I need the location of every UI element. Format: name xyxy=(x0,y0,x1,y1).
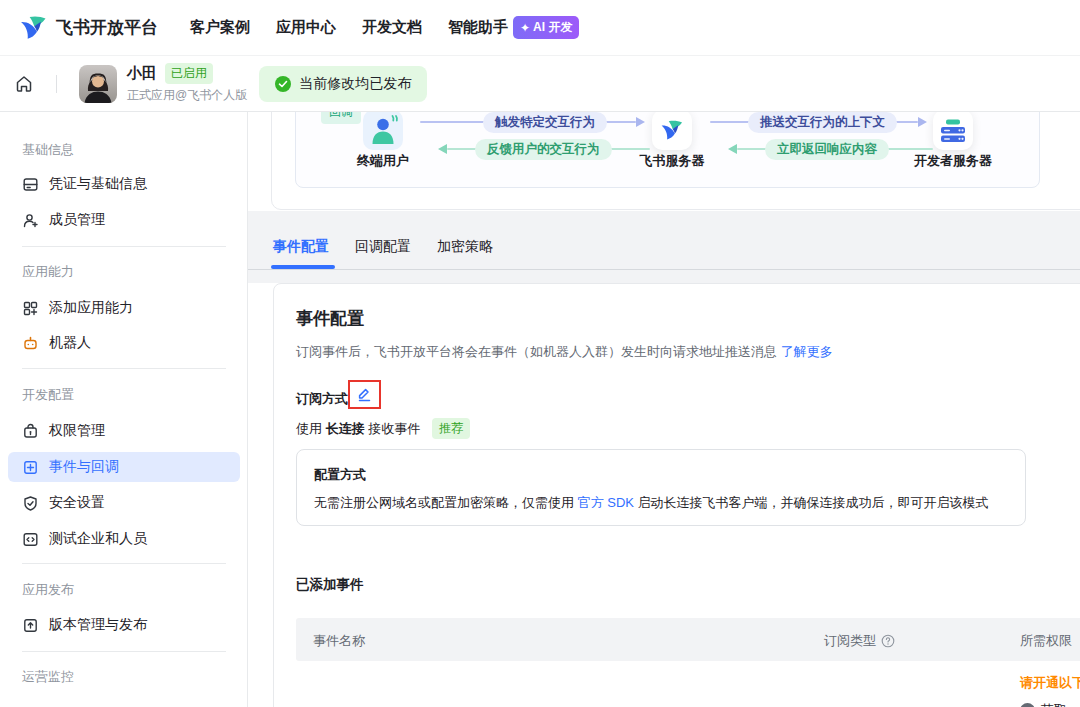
tabs-divider xyxy=(248,269,1080,270)
edit-pencil-icon[interactable] xyxy=(357,387,372,402)
arrow-head-left-icon xyxy=(728,144,737,154)
member-add-icon xyxy=(22,212,39,229)
feishu-server-label: 飞书服务器 xyxy=(607,152,737,170)
sidebar-item-test-company[interactable]: 测试企业和人员 xyxy=(0,525,248,553)
brand-name: 飞书开放平台 xyxy=(56,16,158,39)
enabled-badge: 已启用 xyxy=(165,63,213,84)
config-method-box: 配置方式 无需注册公网域名或配置加密策略，仅需使用 官方 SDK 启动长连接飞书… xyxy=(296,449,1026,526)
sidebar-item-members[interactable]: 成员管理 xyxy=(0,206,248,234)
event-config-title: 事件配置 xyxy=(296,307,364,330)
divider xyxy=(22,651,226,652)
code-icon xyxy=(22,531,39,548)
robot-icon xyxy=(22,335,39,352)
home-icon[interactable] xyxy=(14,74,34,94)
subscribe-method-label: 订阅方式 xyxy=(296,390,348,408)
tab-callback-config[interactable]: 回调配置 xyxy=(355,238,411,256)
arrow-head-right-icon xyxy=(918,117,927,127)
section-header-app-release: 应用发布 xyxy=(22,583,74,597)
flow-label-response: 立即返回响应内容 xyxy=(765,139,889,160)
added-events-title: 已添加事件 xyxy=(296,576,364,594)
sidebar-item-bot[interactable]: 机器人 xyxy=(0,329,248,357)
flow-label-trigger: 触发特定交互行为 xyxy=(483,112,607,133)
developer-server-icon xyxy=(933,112,973,150)
question-circle-icon[interactable] xyxy=(881,634,895,648)
upload-box-icon xyxy=(22,617,39,634)
app-header: 小田 已启用 正式应用@飞书个人版 当前修改均已发布 xyxy=(0,56,1080,112)
arrow-head-left-icon xyxy=(438,144,447,154)
shield-check-icon xyxy=(22,495,39,512)
tab-encryption-policy[interactable]: 加密策略 xyxy=(437,238,493,256)
check-circle-icon xyxy=(275,76,291,92)
sidebar-item-events-callbacks[interactable]: 事件与回调 xyxy=(8,452,240,482)
recommend-badge: 推荐 xyxy=(432,418,470,439)
events-table-header: 事件名称 订阅类型 所需权限 xyxy=(296,618,1080,661)
event-config-description: 订阅事件后，飞书开放平台将会在事件（如机器人入群）发生时向请求地址推送消息 了解… xyxy=(296,343,833,361)
app-info: 小田 已启用 正式应用@飞书个人版 xyxy=(127,63,247,104)
nav-item-cases[interactable]: 客户案例 xyxy=(190,18,250,37)
nav-item-app-center[interactable]: 应用中心 xyxy=(276,18,336,37)
event-callback-icon xyxy=(22,459,39,476)
sparkle-icon: ✦ xyxy=(520,21,530,35)
section-header-dev-config: 开发配置 xyxy=(22,388,74,402)
app-name: 小田 xyxy=(127,64,157,83)
official-sdk-link[interactable]: 官方 SDK xyxy=(578,495,634,510)
callback-badge: 回调 xyxy=(321,112,361,124)
learn-more-link[interactable]: 了解更多 xyxy=(781,344,833,359)
section-header-basic-info: 基础信息 xyxy=(22,143,74,157)
clipped-permission-row: 获取 xyxy=(1020,701,1067,707)
sidebar-item-permissions[interactable]: 权限管理 xyxy=(0,417,248,445)
ai-dev-badge: ✦AI 开发 xyxy=(513,16,579,39)
credential-card-icon xyxy=(22,176,39,193)
brand[interactable]: 飞书开放平台 xyxy=(18,12,158,43)
edit-highlight-box xyxy=(348,380,381,409)
grid-plus-icon xyxy=(22,300,39,317)
main-content: 回调 终端用户 飞书服务器 开发者服务器 触发特定交互行为 反馈用户 xyxy=(248,112,1080,707)
config-method-title: 配置方式 xyxy=(314,466,366,484)
divider xyxy=(22,563,226,564)
subscribe-method-value: 使用 长连接 接收事件 推荐 xyxy=(296,418,470,439)
flow-label-feedback: 反馈用户的交互行为 xyxy=(475,139,612,160)
sidebar-item-security[interactable]: 安全设置 xyxy=(0,489,248,517)
flow-label-push: 推送交互行为的上下文 xyxy=(748,112,897,133)
avatar[interactable] xyxy=(79,65,117,103)
sidebar-item-version-release[interactable]: 版本管理与发布 xyxy=(0,611,248,639)
tab-event-config[interactable]: 事件配置 xyxy=(273,238,329,256)
config-method-text: 无需注册公网域名或配置加密策略，仅需使用 官方 SDK 启动长连接飞书客户端，并… xyxy=(314,494,989,512)
nav-item-assistant[interactable]: 智能助手 ✦AI 开发 xyxy=(448,16,579,39)
feishu-logo-icon xyxy=(18,12,49,43)
divider xyxy=(22,246,226,247)
developer-server-label: 开发者服务器 xyxy=(888,152,1018,170)
active-tab-underline xyxy=(271,265,335,269)
sidebar: 基础信息 凭证与基础信息 成员管理 应用能力 添加应用能力 xyxy=(0,112,248,707)
end-user-label: 终端用户 xyxy=(318,152,448,170)
sidebar-item-credentials[interactable]: 凭证与基础信息 xyxy=(0,170,248,198)
briefcase-lock-icon xyxy=(22,423,39,440)
col-event-name: 事件名称 xyxy=(313,632,365,650)
nav-item-docs[interactable]: 开发文档 xyxy=(362,18,422,37)
section-header-app-capability: 应用能力 xyxy=(22,265,74,279)
app-subtitle: 正式应用@飞书个人版 xyxy=(127,87,247,104)
arrow-head-right-icon xyxy=(636,117,645,127)
permission-notice: 请开通以下权限 xyxy=(1020,674,1080,692)
divider xyxy=(56,75,57,93)
permission-icon xyxy=(1020,703,1035,707)
col-required-permission: 所需权限 xyxy=(1020,632,1072,650)
section-header-operations: 运营监控 xyxy=(22,670,74,684)
published-status-pill: 当前修改均已发布 xyxy=(259,66,427,102)
nav-items: 客户案例 应用中心 开发文档 智能助手 ✦AI 开发 xyxy=(190,16,579,39)
divider xyxy=(22,368,226,369)
sidebar-item-add-capability[interactable]: 添加应用能力 xyxy=(0,294,248,322)
top-navbar: 飞书开放平台 客户案例 应用中心 开发文档 智能助手 ✦AI 开发 xyxy=(0,0,1080,56)
end-user-icon xyxy=(363,112,403,150)
feishu-server-icon xyxy=(652,112,692,150)
col-subscribe-type: 订阅类型 xyxy=(824,632,895,650)
event-config-card: 事件配置 订阅事件后，飞书开放平台将会在事件（如机器人入群）发生时向请求地址推送… xyxy=(273,283,1080,707)
